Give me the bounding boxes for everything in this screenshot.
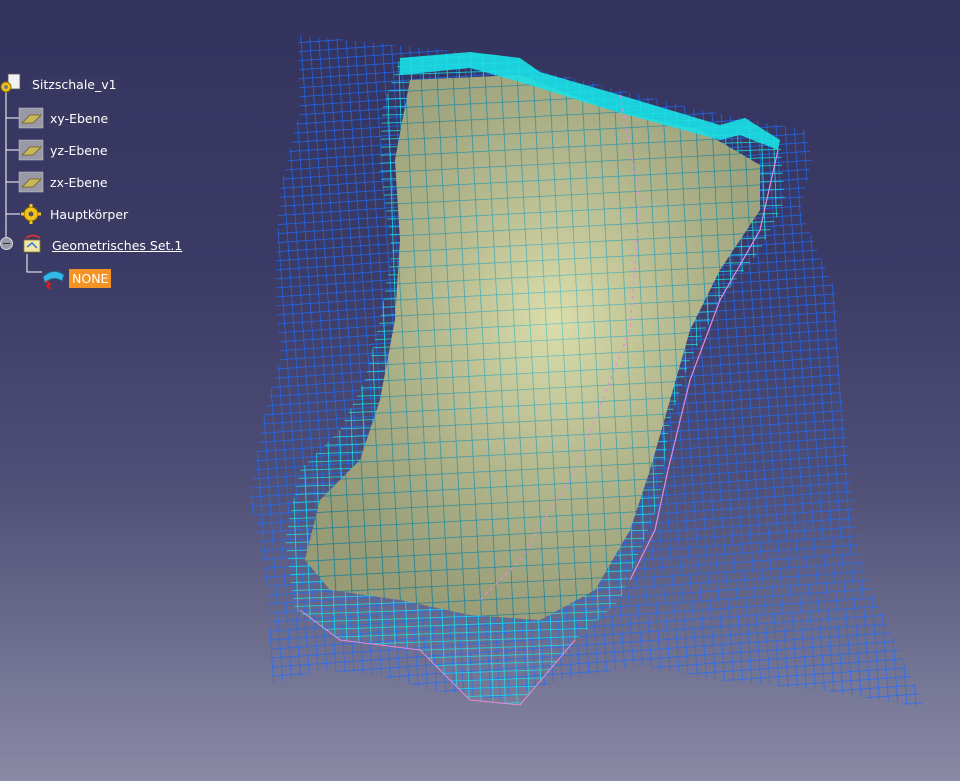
tree-child-label: NONE	[69, 268, 112, 288]
specification-tree: Sitzschale_v1 xy-Ebene yz-Ebene zx-Ebene	[0, 0, 260, 300]
tree-item-label: Geometrisches Set.1	[49, 236, 186, 254]
tree-item-label: yz-Ebene	[47, 141, 111, 159]
tree-item-none-surface[interactable]: NONE	[40, 266, 112, 290]
tree-item-label: Hauptkörper	[47, 205, 132, 223]
tree-root-part[interactable]: Sitzschale_v1	[0, 72, 120, 96]
plane-icon	[18, 139, 44, 161]
tree-item-label: zx-Ebene	[47, 173, 111, 191]
tree-item-label: xy-Ebene	[47, 109, 112, 127]
tree-item-xy-plane[interactable]: xy-Ebene	[18, 106, 112, 130]
plane-icon	[18, 107, 44, 129]
tree-item-geometrical-set[interactable]: Geometrisches Set.1	[20, 233, 186, 257]
collapse-toggle-button[interactable]	[0, 237, 13, 250]
geometrical-set-icon	[20, 234, 46, 256]
tree-item-yz-plane[interactable]: yz-Ebene	[18, 138, 111, 162]
tree-item-zx-plane[interactable]: zx-Ebene	[18, 170, 111, 194]
tree-root-label: Sitzschale_v1	[29, 75, 120, 93]
tree-item-main-body[interactable]: Hauptkörper	[18, 202, 132, 226]
surface-error-icon	[40, 267, 66, 290]
part-gear-icon	[0, 73, 26, 95]
plane-icon	[18, 171, 44, 193]
body-gear-icon	[18, 203, 44, 225]
